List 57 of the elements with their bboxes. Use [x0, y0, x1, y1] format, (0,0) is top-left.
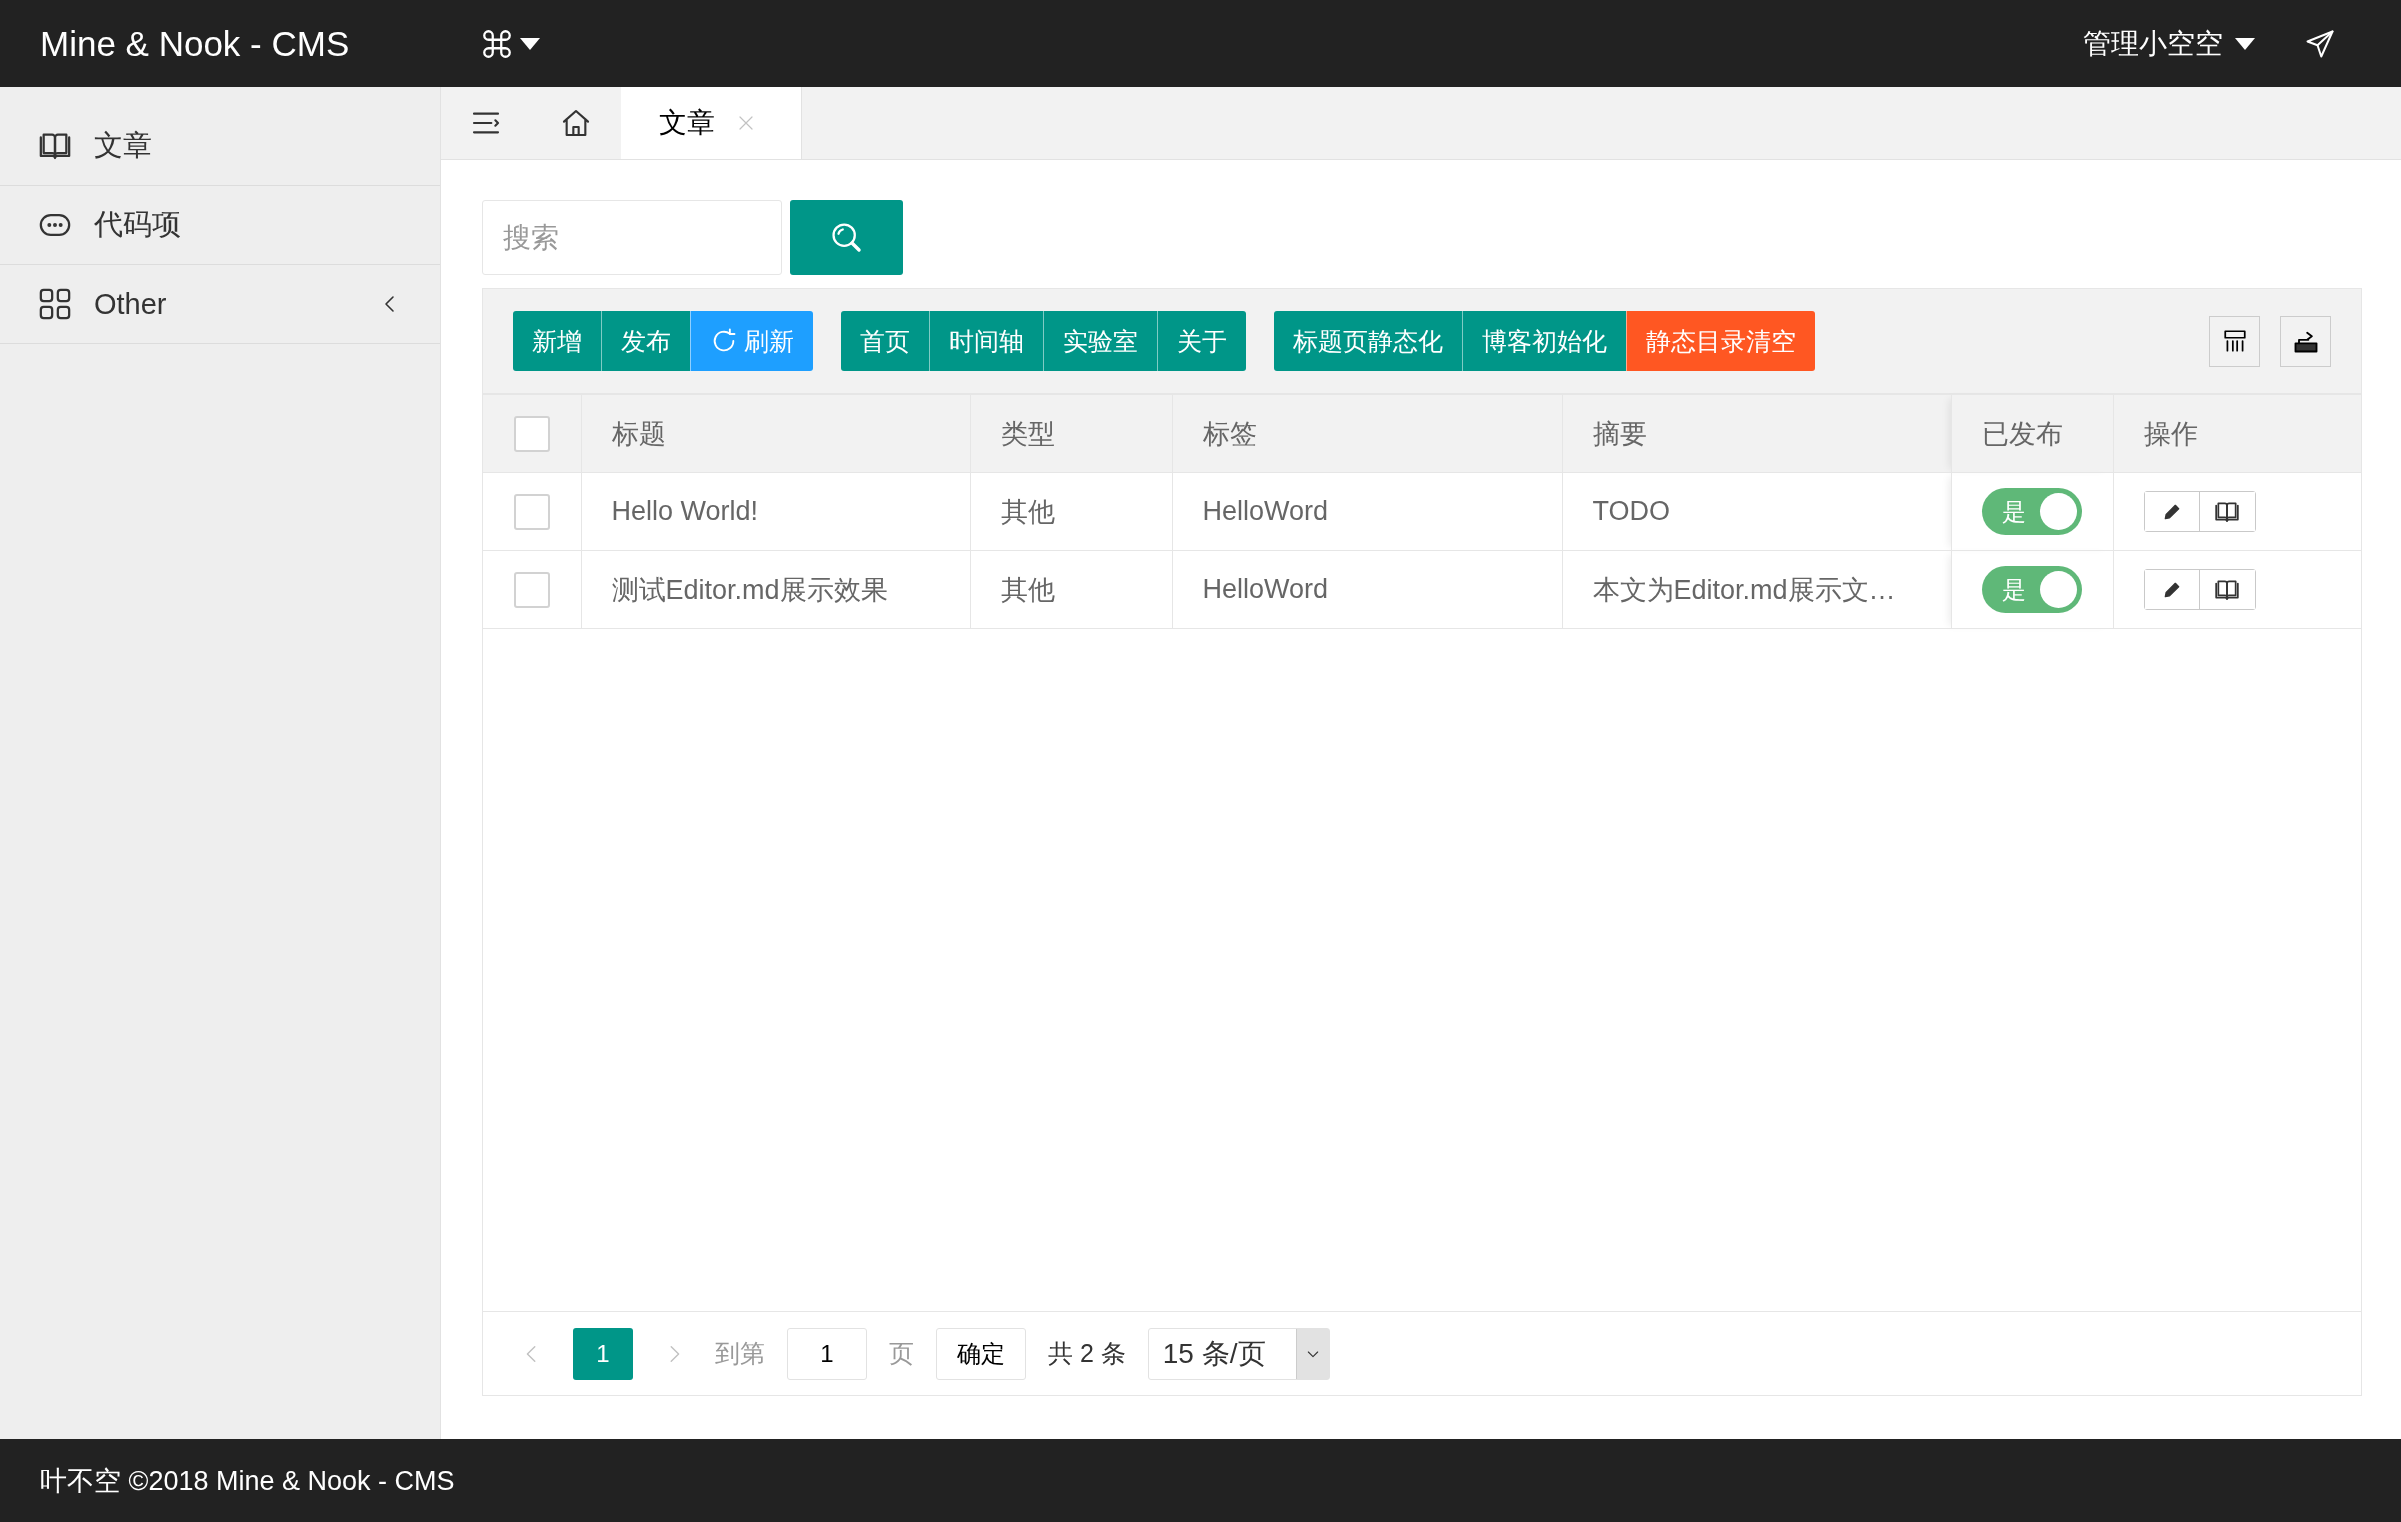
column-header: 已发布 — [1981, 418, 2063, 449]
table-cell: 测试Editor.md展示效果 — [611, 574, 888, 605]
footer-text: 叶不空 ©2018 Mine & Nook - CMS — [40, 1464, 455, 1498]
published-switch[interactable]: 是 — [1981, 488, 2082, 535]
checkbox[interactable] — [513, 415, 550, 452]
search-field[interactable]: 搜索 — [482, 200, 782, 275]
checkbox[interactable] — [513, 493, 550, 530]
view-button[interactable] — [2199, 492, 2255, 531]
goto-label: 到第 — [715, 1338, 765, 1369]
toolbar-button[interactable]: 新增 — [513, 311, 601, 371]
sidebar-item[interactable]: Other — [0, 265, 440, 344]
search-icon — [829, 220, 864, 255]
column-header: 摘要 — [1592, 418, 1647, 449]
toolbar-button[interactable]: 发布 — [601, 311, 690, 371]
page-size-select[interactable]: 15 条/页 — [1147, 1327, 1330, 1380]
columns-icon — [2221, 328, 2248, 354]
grid-icon — [38, 287, 72, 321]
table-cell: HelloWord — [1202, 574, 1329, 604]
column-header: 标题 — [611, 418, 666, 449]
caret-icon — [2235, 37, 2255, 50]
app-title: Mine & Nook - CMS — [40, 23, 351, 64]
page-button[interactable]: 1 — [573, 1327, 633, 1380]
table-cell: TODO — [1592, 496, 1670, 526]
columns-button[interactable] — [2209, 315, 2260, 367]
page-label: 页 — [889, 1338, 914, 1369]
toolbar-button[interactable]: 静态目录清空 — [1626, 311, 1815, 371]
confirm-button[interactable]: 确定 — [936, 1327, 1026, 1380]
table-cell: Hello World! — [611, 496, 759, 526]
caret-icon — [520, 37, 540, 50]
column-header: 类型 — [1000, 418, 1055, 449]
toolbar-button[interactable]: 关于 — [1157, 311, 1246, 371]
column-header: 操作 — [2143, 418, 2198, 449]
sidebar-item[interactable]: 文章 — [0, 107, 440, 186]
column-header: 标签 — [1202, 418, 1257, 449]
export-button[interactable] — [2280, 315, 2331, 367]
published-switch[interactable]: 是 — [1981, 566, 2082, 613]
tab[interactable]: 文章 — [621, 87, 802, 159]
view-button[interactable] — [2199, 570, 2255, 609]
toolbar-button[interactable]: 博客初始化 — [1462, 311, 1626, 371]
home-icon — [560, 107, 592, 139]
page-number-field[interactable]: 1 — [787, 1327, 867, 1380]
toolbar-button[interactable]: 实验室 — [1043, 311, 1157, 371]
paper-plane-icon — [2305, 28, 2335, 59]
search-button[interactable] — [790, 200, 903, 275]
table-cell: 本文为Editor.md展示文… — [1592, 574, 1896, 605]
table-cell: HelloWord — [1202, 496, 1329, 526]
sidebar-item[interactable]: 代码项 — [0, 186, 440, 265]
checkbox[interactable] — [513, 571, 550, 608]
toolbar-button[interactable]: 刷新 — [690, 311, 813, 371]
toolbar-button[interactable]: 标题页静态化 — [1274, 311, 1462, 371]
toolbar-button[interactable]: 首页 — [841, 311, 929, 371]
table-cell: 其他 — [1000, 574, 1055, 605]
close-icon — [737, 114, 755, 132]
total-count: 共 2 条 — [1048, 1338, 1126, 1369]
user-menu[interactable]: 管理小空空 — [2083, 24, 2223, 63]
toolbar-button[interactable]: 时间轴 — [929, 311, 1043, 371]
table-cell: 其他 — [1000, 496, 1055, 527]
